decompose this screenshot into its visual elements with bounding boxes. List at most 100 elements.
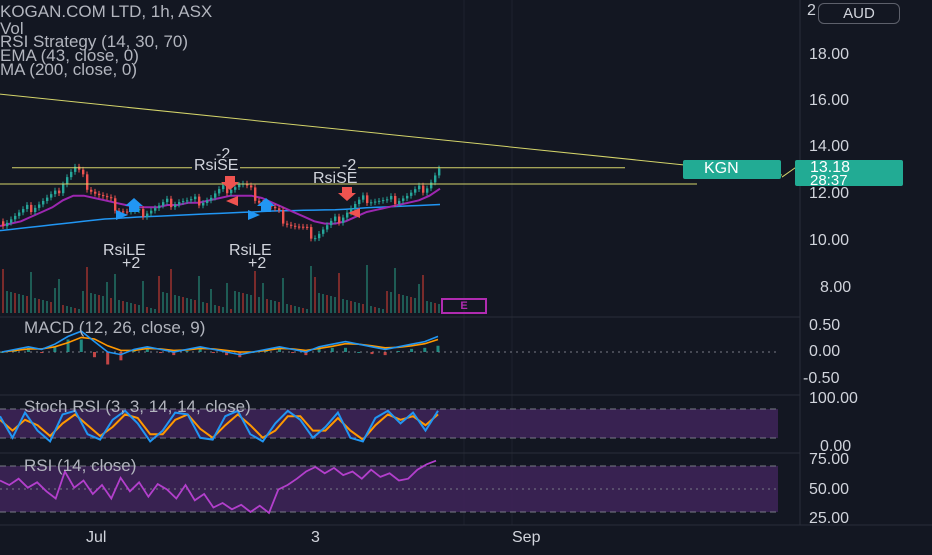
candle-body bbox=[178, 202, 181, 205]
volume-bar bbox=[70, 307, 72, 313]
volume-bar bbox=[378, 308, 380, 313]
macd-axis-label: 0.00 bbox=[809, 343, 841, 360]
volume-bar bbox=[430, 302, 432, 313]
candle-body bbox=[126, 211, 129, 213]
volume-bar bbox=[62, 305, 64, 313]
candle-body bbox=[146, 213, 149, 217]
candle-body bbox=[102, 195, 105, 197]
volume-bar bbox=[86, 267, 88, 313]
volume-bar bbox=[254, 271, 256, 313]
candle-body bbox=[94, 191, 97, 194]
rsi-title[interactable]: RSI (14, close) bbox=[24, 456, 136, 476]
long-signal-qty: +2 bbox=[122, 255, 141, 272]
volume-bar bbox=[242, 293, 244, 313]
symbol-tag-label: KGN bbox=[704, 160, 739, 177]
price-axis-label: 18.00 bbox=[809, 46, 850, 63]
volume-bar bbox=[354, 302, 356, 313]
candle-body bbox=[258, 200, 261, 203]
volume-bar bbox=[102, 296, 104, 313]
volume-bar bbox=[166, 293, 168, 313]
volume-bar bbox=[394, 268, 396, 313]
volume-bar bbox=[262, 283, 264, 313]
macd-histogram-bar bbox=[344, 347, 348, 352]
candle-body bbox=[238, 184, 241, 188]
volume-bar bbox=[82, 291, 84, 313]
volume-bar bbox=[302, 308, 304, 313]
volume-bar bbox=[222, 307, 224, 313]
macd-histogram-bar bbox=[396, 350, 400, 352]
candle-body bbox=[34, 207, 37, 212]
candle-body bbox=[330, 220, 333, 226]
candle-body bbox=[418, 185, 421, 190]
candle-body bbox=[398, 200, 401, 205]
candle-body bbox=[154, 208, 157, 211]
earnings-event-badge[interactable]: E bbox=[441, 298, 487, 314]
ma-legend[interactable]: MA (200, close, 0) bbox=[0, 61, 137, 78]
volume-bar bbox=[162, 292, 164, 313]
volume-bar bbox=[234, 291, 236, 313]
volume-bar bbox=[194, 300, 196, 313]
candle-body bbox=[394, 196, 397, 205]
macd-title[interactable]: MACD (12, 26, close, 9) bbox=[24, 318, 205, 338]
candle-body bbox=[346, 212, 349, 218]
volume-bar bbox=[154, 309, 156, 313]
macd-histogram-bar bbox=[92, 352, 96, 358]
macd-histogram-bar bbox=[211, 352, 215, 354]
volume-bar bbox=[198, 276, 200, 313]
price-axis-top-partial: 2 bbox=[807, 2, 816, 19]
candle-body bbox=[422, 185, 425, 193]
candle-body bbox=[414, 189, 417, 193]
candle-body bbox=[322, 229, 325, 234]
candle-body bbox=[438, 168, 441, 176]
chart-stage: KOGAN.COM LTD, 1h, ASX Vol RSI Strategy … bbox=[0, 0, 932, 550]
macd-histogram-bar bbox=[198, 348, 202, 352]
candle-body bbox=[162, 202, 165, 206]
volume-bar bbox=[58, 279, 60, 313]
symbol-title: KOGAN.COM LTD, 1h, ASX bbox=[0, 2, 213, 21]
candle-body bbox=[62, 184, 65, 194]
candle-body bbox=[430, 182, 433, 189]
volume-bar bbox=[398, 294, 400, 313]
volume-bar bbox=[206, 303, 208, 313]
candle-body bbox=[354, 204, 357, 209]
volume-bar bbox=[414, 298, 416, 313]
volume-bar bbox=[322, 294, 324, 313]
macd-axis-label: -0.50 bbox=[803, 370, 840, 387]
time-axis-label: Jul bbox=[86, 529, 107, 546]
volume-bar bbox=[110, 298, 112, 313]
candle-body bbox=[86, 174, 89, 190]
volume-bar bbox=[226, 283, 228, 313]
candle-body bbox=[214, 193, 217, 198]
volume-bar bbox=[150, 308, 152, 313]
candle-body bbox=[202, 202, 205, 206]
price-axis-label: 14.00 bbox=[809, 138, 850, 155]
volume-bar bbox=[366, 265, 368, 313]
volume-bar bbox=[314, 277, 316, 313]
volume-bar bbox=[346, 300, 348, 313]
macd-histogram-bar bbox=[383, 352, 387, 356]
macd-histogram-bar bbox=[370, 352, 374, 355]
volume-bar bbox=[386, 291, 388, 313]
currency-selector[interactable]: AUD bbox=[818, 3, 900, 24]
candle-body bbox=[166, 198, 169, 203]
volume-bar bbox=[350, 301, 352, 313]
candle-body bbox=[198, 196, 201, 206]
candle-body bbox=[362, 195, 365, 200]
volume-bar bbox=[310, 266, 312, 313]
volume-bar bbox=[38, 299, 40, 313]
candle-body bbox=[150, 210, 153, 214]
volume-bar bbox=[50, 302, 52, 313]
stoch-rsi-title[interactable]: Stoch RSI (3, 3, 14, 14, close) bbox=[24, 397, 251, 417]
candle-body bbox=[302, 226, 305, 228]
candle-body bbox=[90, 189, 93, 192]
macd-histogram-bar bbox=[119, 352, 123, 361]
candle-body bbox=[26, 204, 29, 210]
candle-body bbox=[306, 226, 309, 228]
candle-body bbox=[334, 216, 337, 221]
candle-body bbox=[234, 187, 237, 190]
candle-body bbox=[402, 198, 405, 201]
chart-canvas[interactable] bbox=[0, 0, 932, 550]
candle-body bbox=[294, 225, 297, 227]
volume-bar bbox=[278, 302, 280, 313]
macd-histogram-bar bbox=[410, 348, 414, 352]
